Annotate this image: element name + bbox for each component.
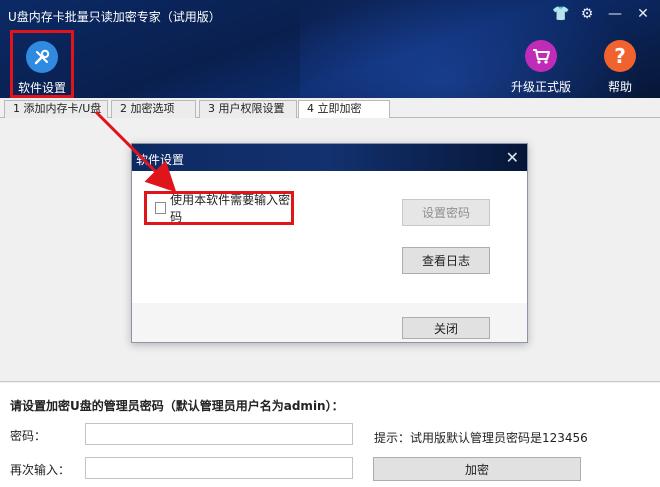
software-settings-label: 软件设置 [17,81,66,95]
require-password-checkbox[interactable] [155,202,167,214]
tab-add-card[interactable]: 1 添加内存卡/U盘 [4,100,108,118]
help-label: 帮助 [607,80,632,94]
dialog-title: 软件设置 [136,153,185,167]
tab-encrypt-now[interactable]: 4 立即加密 [298,100,390,119]
wrench-screwdriver-icon [26,41,58,73]
require-password-option[interactable]: 使用本软件需要输入密码 [144,191,294,225]
upgrade-label: 升级正式版 [510,80,571,94]
encrypt-button[interactable]: 加密 [373,457,581,481]
software-settings-button[interactable]: 软件设置 [10,30,74,98]
admin-password-form: 请设置加密U盘的管理员密码（默认管理员用户名为admin）： 密码： 提示：试用… [0,383,660,487]
question-icon: ? [604,40,636,72]
settings-dialog: 软件设置 ✕ 使用本软件需要输入密码 设置密码 查看日志 关闭 [131,143,528,343]
dialog-titlebar[interactable]: 软件设置 ✕ [132,144,527,171]
password-input[interactable] [85,423,353,445]
form-title: 请设置加密U盘的管理员密码（默认管理员用户名为admin）： [10,399,344,413]
set-password-button[interactable]: 设置密码 [402,199,490,226]
confirm-password-input[interactable] [85,457,353,479]
dialog-body: 使用本软件需要输入密码 设置密码 查看日志 [132,171,527,303]
help-button[interactable]: ? 帮助 [596,40,644,95]
window-controls: 👕 ⚙ — ✕ [552,6,650,22]
app-header: U盘内存卡批量只读加密专家（试用版） 👕 ⚙ — ✕ 软件设置 升级正式版 ? … [0,0,660,98]
shirt-icon[interactable]: 👕 [552,6,569,22]
tab-user-permissions[interactable]: 3 用户权限设置 [199,100,297,118]
dialog-close-icon[interactable]: ✕ [506,148,519,167]
window-title: U盘内存卡批量只读加密专家（试用版） [8,10,221,24]
confirm-password-label: 再次输入： [10,463,71,477]
password-label: 密码： [10,429,47,443]
dialog-close-button[interactable]: 关闭 [402,317,490,339]
gear-icon[interactable]: ⚙ [580,6,594,22]
upgrade-button[interactable]: 升级正式版 [506,40,576,95]
tab-encrypt-options[interactable]: 2 加密选项 [111,100,196,118]
close-icon[interactable]: ✕ [636,6,650,22]
cart-icon [525,40,557,72]
require-password-label: 使用本软件需要输入密码 [170,193,291,224]
tab-bar: 1 添加内存卡/U盘 2 加密选项 3 用户权限设置 4 立即加密 [0,98,660,119]
default-password-hint: 提示：试用版默认管理员密码是123456 [374,431,588,445]
minimize-icon[interactable]: — [608,6,622,22]
view-log-button[interactable]: 查看日志 [402,247,490,274]
